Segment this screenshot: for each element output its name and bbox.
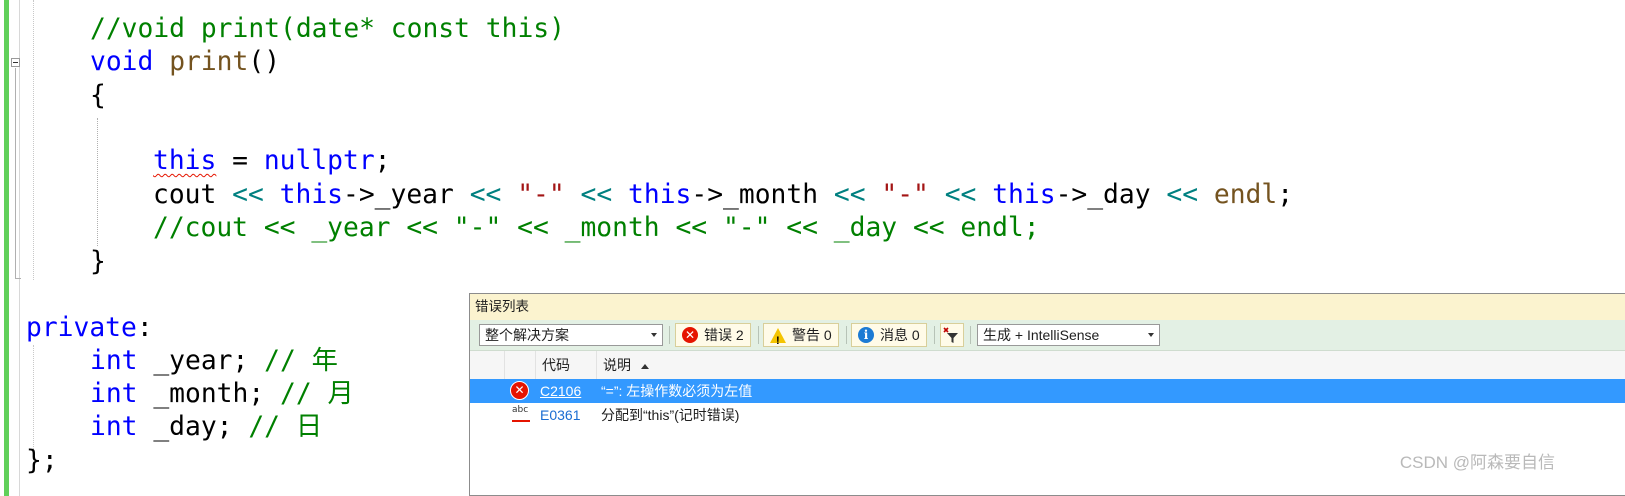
- string-literal: "-": [501, 180, 581, 210]
- toolbar-separator: [758, 326, 759, 344]
- chevron-down-icon: [1148, 333, 1154, 337]
- code-text: _month;: [137, 379, 280, 409]
- keyword: int: [90, 379, 138, 409]
- code-line-5[interactable]: this = nullptr;: [153, 145, 391, 178]
- fold-region-line: [15, 68, 16, 278]
- toolbar-separator: [970, 326, 971, 344]
- function-name: print: [169, 47, 249, 77]
- error-squiggle-keyword[interactable]: this: [153, 146, 216, 176]
- code-line-1[interactable]: //void print(date* const this): [90, 13, 565, 46]
- code-text: ->_day: [1055, 180, 1167, 210]
- column-header-category[interactable]: [470, 351, 505, 379]
- errors-filter-label: 错误 2: [704, 327, 744, 343]
- code-text: ->_month: [691, 180, 834, 210]
- filter-icon: [943, 327, 958, 343]
- comment: // 日: [248, 412, 323, 442]
- code-line-7[interactable]: //cout << _year << "-" << _month << "-" …: [153, 212, 1040, 245]
- error-code-link[interactable]: E0361: [540, 403, 580, 427]
- indent-guide: [33, 0, 34, 280]
- error-list-toolbar: 整个解决方案 ✕ 错误 2 警告 0 i 消息 0 生成 + IntelliSe…: [470, 320, 1625, 352]
- filter-button[interactable]: [940, 323, 964, 347]
- warning-icon: [770, 327, 786, 352]
- messages-filter-label: 消息 0: [880, 327, 920, 343]
- code-line-11[interactable]: int _year; // 年: [90, 345, 338, 378]
- keyword: int: [90, 412, 138, 442]
- code-text: :: [136, 313, 153, 343]
- sort-ascending-icon: [641, 363, 649, 369]
- collapse-icon[interactable]: [11, 58, 20, 67]
- keyword: this: [612, 180, 692, 210]
- code-line-8[interactable]: }: [90, 246, 106, 279]
- code-text: cout: [153, 180, 233, 210]
- keyword: void: [90, 47, 154, 77]
- scope-dropdown-value: 整个解决方案: [485, 327, 569, 343]
- code-text: ;: [374, 146, 391, 176]
- error-row[interactable]: ✕ C2106 “=”: 左操作数必须为左值: [470, 379, 1625, 403]
- warnings-filter-label: 警告 0: [792, 327, 832, 343]
- change-tracking-bar: [4, 0, 9, 496]
- column-header-code[interactable]: 代码: [536, 351, 597, 379]
- messages-filter-button[interactable]: i 消息 0: [851, 323, 927, 347]
- code-text: ;: [1277, 180, 1294, 210]
- column-header-description-label: 说明: [603, 357, 631, 373]
- code-line-6[interactable]: cout << this->_year << "-" << this->_mon…: [153, 179, 1293, 212]
- scope-dropdown[interactable]: 整个解决方案: [479, 324, 663, 346]
- keyword: int: [90, 346, 138, 376]
- chevron-down-icon: [651, 333, 657, 337]
- warnings-filter-button[interactable]: 警告 0: [763, 323, 839, 352]
- column-header-code-label: 代码: [542, 357, 570, 373]
- operator: <<: [232, 180, 264, 210]
- error-description: “=”: 左操作数必须为左值: [601, 383, 753, 399]
- watermark: CSDN @阿森要自信: [1399, 453, 1555, 472]
- comment: // 月: [280, 379, 354, 409]
- code-line-14[interactable]: };: [26, 445, 58, 478]
- code-line-10[interactable]: private:: [26, 312, 153, 345]
- code-line-3[interactable]: {: [90, 80, 106, 113]
- code-text: _year;: [137, 346, 265, 376]
- operator: <<: [833, 180, 866, 210]
- build-intellisense-dropdown[interactable]: 生成 + IntelliSense: [977, 324, 1160, 346]
- indent-guide: [97, 118, 98, 246]
- code-line-13[interactable]: int _day; // 日: [90, 411, 322, 444]
- error-row[interactable]: abc E0361 分配到“this”(记时错误): [470, 403, 1625, 427]
- panel-title[interactable]: 错误列表: [470, 294, 1625, 321]
- keyword: nullptr: [263, 146, 375, 176]
- string-literal: "-": [865, 180, 945, 210]
- code-line-12[interactable]: int _month; // 月: [90, 378, 354, 411]
- build-dropdown-value: 生成 + IntelliSense: [983, 327, 1100, 343]
- keyword: this: [263, 180, 344, 210]
- spelling-abc-icon: abc: [512, 406, 532, 422]
- operator: <<: [580, 180, 613, 210]
- error-icon: ✕: [510, 381, 529, 400]
- keyword: this: [976, 180, 1056, 210]
- toolbar-separator: [934, 326, 935, 344]
- error-code-link[interactable]: C2106: [540, 379, 581, 403]
- code-text: _day;: [137, 412, 249, 442]
- code-text: (): [248, 47, 281, 77]
- code-line-2[interactable]: void print(): [90, 46, 280, 79]
- operator: <<: [469, 180, 502, 210]
- info-icon: i: [858, 327, 874, 343]
- comment: // 年: [264, 346, 338, 376]
- toolbar-separator: [846, 326, 847, 344]
- error-description: 分配到“this”(记时错误): [601, 407, 740, 423]
- column-header-description[interactable]: 说明: [597, 351, 1625, 379]
- operator: <<: [1166, 180, 1199, 210]
- fold-region-end: [15, 278, 21, 279]
- operator: <<: [944, 180, 977, 210]
- function-name: endl: [1198, 180, 1278, 210]
- error-icon: ✕: [682, 327, 698, 343]
- errors-filter-button[interactable]: ✕ 错误 2: [675, 323, 751, 347]
- indent-guide: [33, 345, 34, 455]
- keyword: private: [26, 313, 137, 343]
- gutter-divider: [19, 0, 20, 496]
- code-text: ->_year: [343, 180, 470, 210]
- column-header-icon[interactable]: [505, 351, 536, 379]
- toolbar-separator: [669, 326, 670, 344]
- error-list-header: 代码 说明: [470, 351, 1625, 380]
- code-text: =: [216, 146, 264, 176]
